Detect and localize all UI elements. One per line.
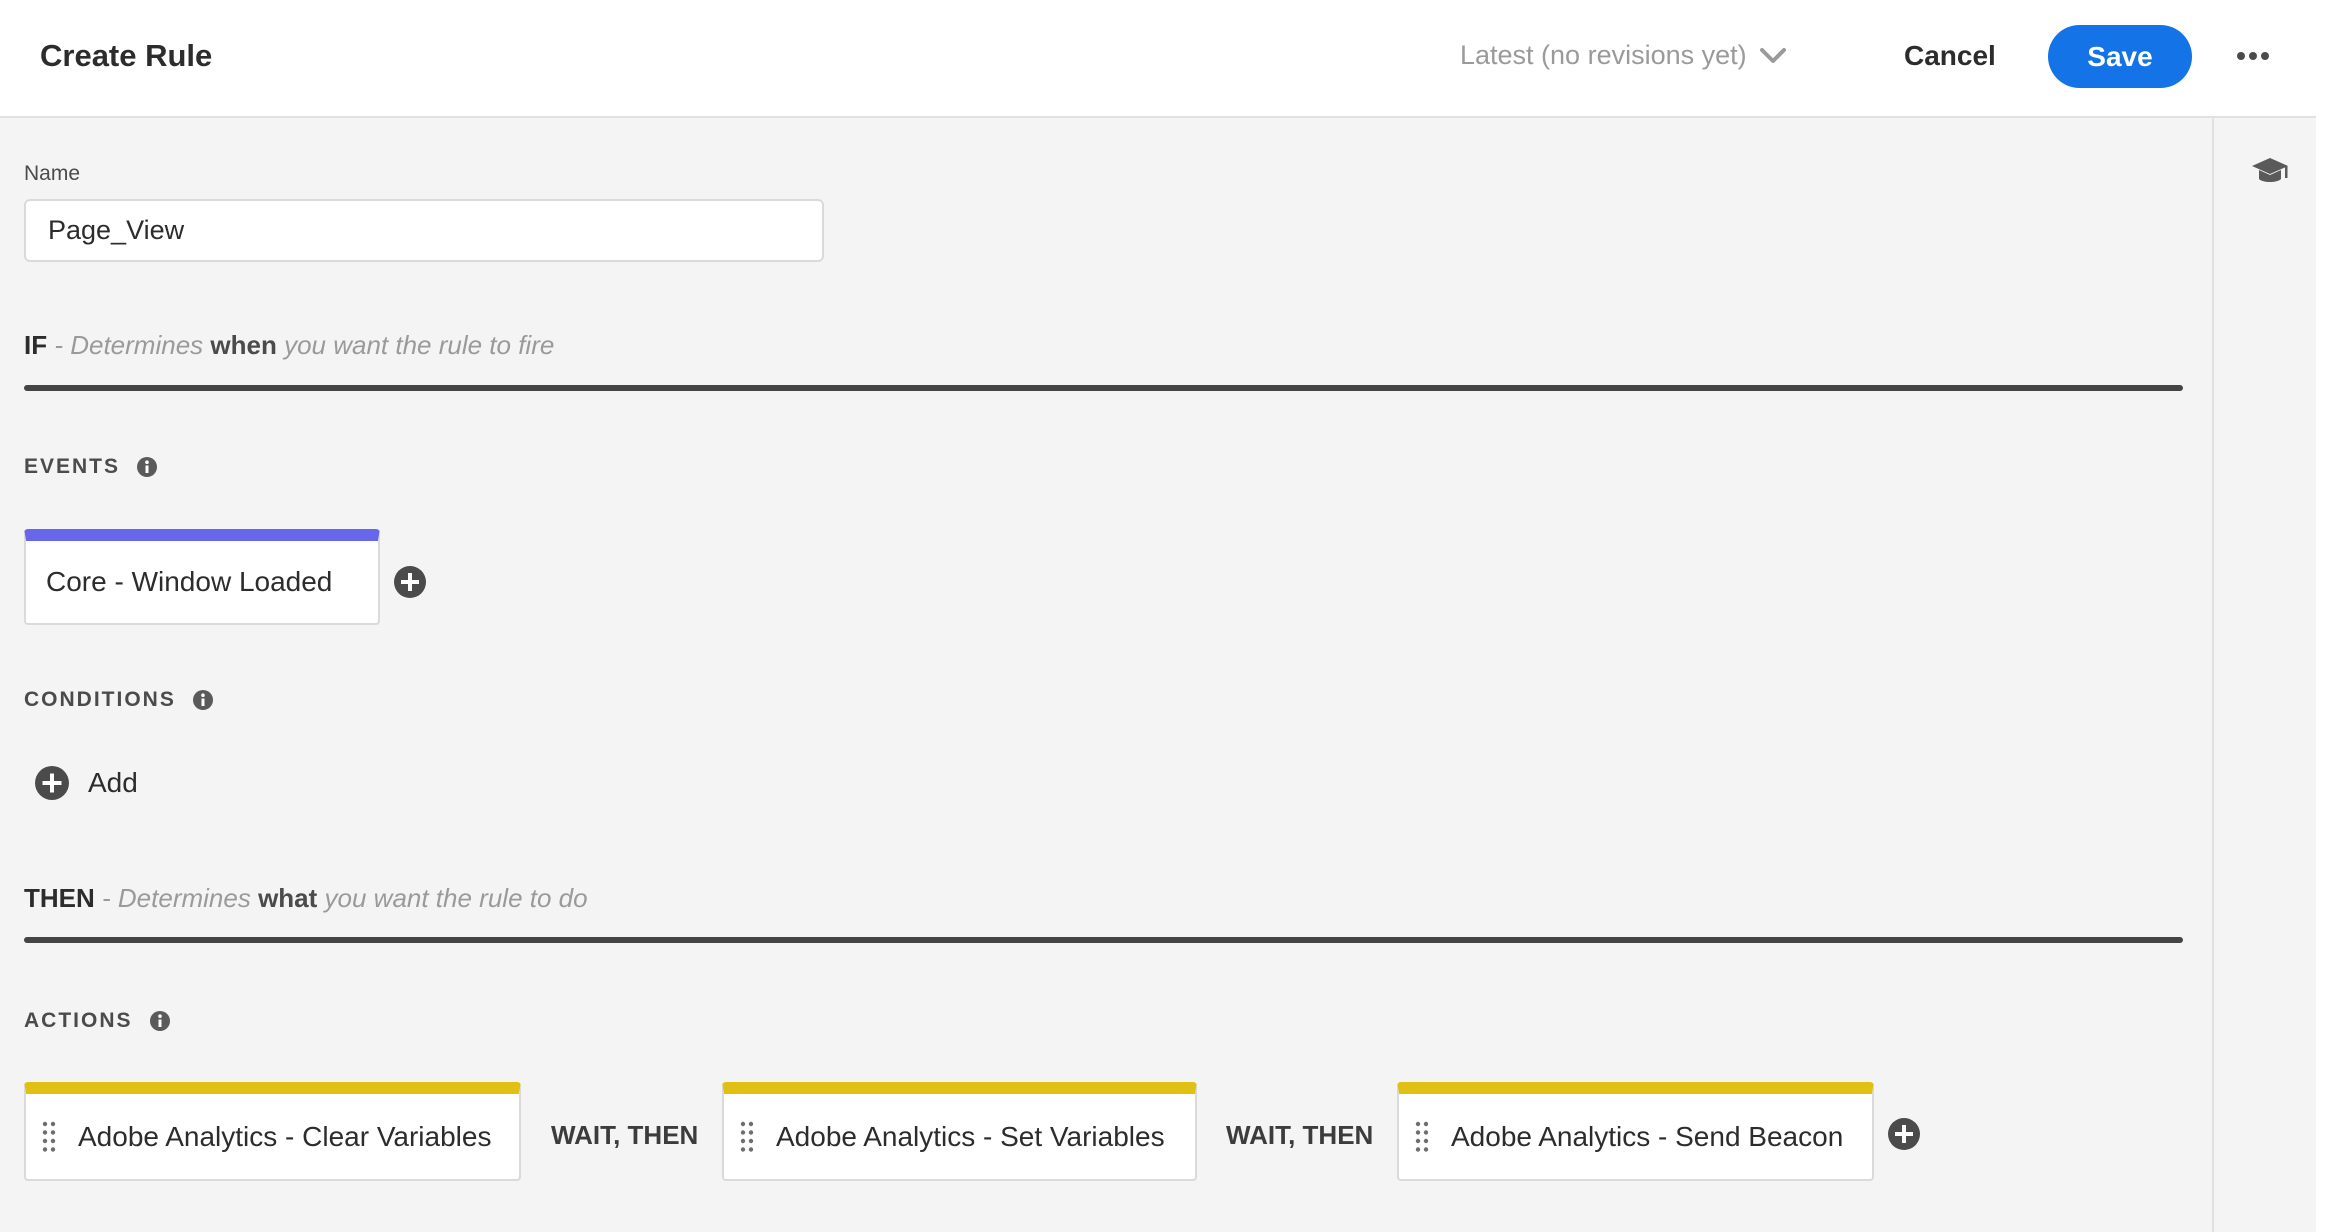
actions-label-text: ACTIONS xyxy=(24,1009,133,1032)
name-field-label: Name xyxy=(24,162,81,185)
conditions-label-text: CONDITIONS xyxy=(24,688,176,711)
events-label: EVENTS xyxy=(24,455,158,479)
then-description-prefix: - Determines xyxy=(102,883,259,913)
action-card[interactable]: Adobe Analytics - Clear Variables xyxy=(24,1082,521,1181)
actions-label: ACTIONS xyxy=(24,1009,171,1033)
page-title: Create Rule xyxy=(40,38,213,73)
wait-then-separator: WAIT, THEN xyxy=(1226,1120,1374,1150)
drag-handle-icon[interactable] xyxy=(738,1119,756,1155)
then-section-divider xyxy=(24,937,2183,943)
if-description-prefix: - Determines xyxy=(54,330,211,360)
more-options-button[interactable] xyxy=(2230,36,2276,76)
if-description-suffix: you want the rule to fire xyxy=(276,330,555,360)
drag-handle-icon[interactable] xyxy=(40,1119,58,1155)
info-icon[interactable] xyxy=(192,689,214,711)
action-card-label: Adobe Analytics - Set Variables xyxy=(776,1120,1165,1152)
then-description-emphasis: what xyxy=(258,883,318,913)
event-card[interactable]: Core - Window Loaded xyxy=(24,529,380,625)
more-horizontal-icon xyxy=(2237,52,2269,60)
cancel-button[interactable]: Cancel xyxy=(1886,26,2014,86)
then-section-heading: THEN - Determines what you want the rule… xyxy=(24,883,588,914)
if-section-divider xyxy=(24,385,2183,391)
add-action-icon[interactable] xyxy=(1887,1117,1921,1151)
info-icon[interactable] xyxy=(149,1010,171,1032)
add-condition-label: Add xyxy=(88,767,138,798)
conditions-label: CONDITIONS xyxy=(24,688,214,712)
chevron-down-icon xyxy=(1759,47,1786,63)
events-label-text: EVENTS xyxy=(24,455,121,478)
window-edge xyxy=(2316,0,2326,1232)
revision-dropdown[interactable]: Latest (no revisions yet) xyxy=(1460,40,1787,71)
plus-circle-icon xyxy=(35,766,69,800)
graduation-cap-icon[interactable] xyxy=(2250,152,2290,192)
action-card-label: Adobe Analytics - Clear Variables xyxy=(78,1120,492,1152)
add-event-icon[interactable] xyxy=(393,565,427,599)
right-rail xyxy=(2212,118,2316,1232)
info-icon[interactable] xyxy=(136,456,158,478)
add-condition-button[interactable]: Add xyxy=(34,765,138,801)
if-description-emphasis: when xyxy=(210,330,277,360)
then-keyword: THEN xyxy=(24,883,95,913)
action-card[interactable]: Adobe Analytics - Send Beacon xyxy=(1397,1082,1874,1181)
action-card-label: Adobe Analytics - Send Beacon xyxy=(1451,1120,1844,1152)
event-card-label: Core - Window Loaded xyxy=(46,566,333,597)
drag-handle-icon[interactable] xyxy=(1413,1119,1431,1155)
rule-name-input[interactable] xyxy=(24,199,824,262)
save-button[interactable]: Save xyxy=(2048,25,2192,88)
if-section-heading: IF - Determines when you want the rule t… xyxy=(24,330,554,361)
wait-then-separator: WAIT, THEN xyxy=(551,1120,699,1150)
action-card[interactable]: Adobe Analytics - Set Variables xyxy=(722,1082,1197,1181)
revision-dropdown-label: Latest (no revisions yet) xyxy=(1460,40,1747,70)
then-description-suffix: you want the rule to do xyxy=(317,883,588,913)
top-header: Create Rule Latest (no revisions yet) Ca… xyxy=(0,0,2316,118)
if-keyword: IF xyxy=(24,330,48,360)
